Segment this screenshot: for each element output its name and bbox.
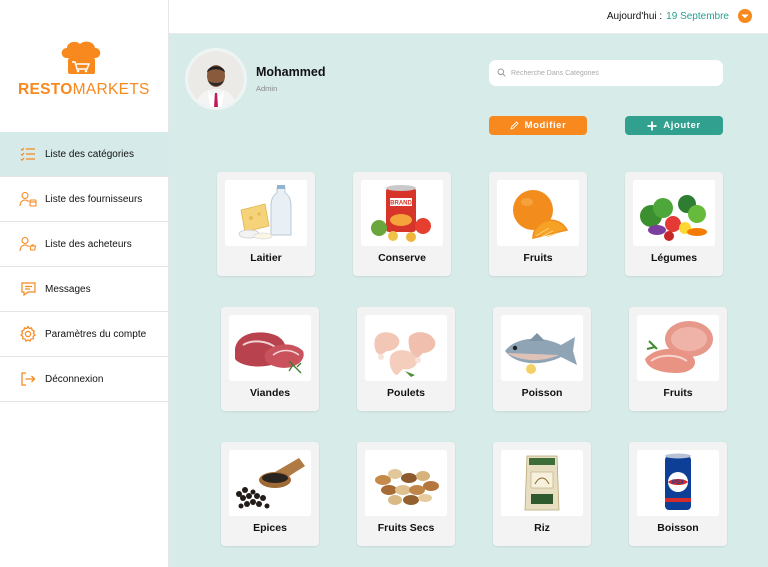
category-label: Fruits Secs — [377, 522, 435, 534]
add-button[interactable]: Ajouter — [625, 116, 723, 135]
category-card-drinks[interactable]: PSX Boisson — [629, 442, 727, 546]
category-card-vegetables[interactable]: Légumes — [625, 172, 723, 276]
rice-bag-icon — [501, 450, 583, 516]
sidebar-item-suppliers[interactable]: Liste des fournisseurs — [0, 177, 169, 222]
category-label: Légumes — [650, 252, 698, 264]
edit-button-label: Modifier — [524, 120, 567, 131]
sidebar: RESTOMARKETS Liste des catégories Liste … — [0, 0, 169, 567]
avatar[interactable] — [185, 48, 247, 110]
sidebar-item-label: Messages — [45, 283, 91, 295]
vegetables-icon — [633, 180, 715, 246]
pencil-icon — [510, 121, 519, 130]
category-card-meat[interactable]: Viandes — [221, 307, 319, 411]
soda-can-icon: PSX — [637, 450, 719, 516]
category-label: Fruits — [663, 387, 693, 399]
suppliers-icon — [19, 190, 37, 208]
chef-hat-cart-icon — [61, 41, 101, 74]
sidebar-item-logout[interactable]: Déconnexion — [0, 357, 169, 402]
category-card-ham[interactable]: Fruits — [629, 307, 727, 411]
category-card-fruits[interactable]: Fruits — [489, 172, 587, 276]
svg-text:PSX: PSX — [672, 480, 684, 486]
canned-food-icon: BRAND — [361, 180, 443, 246]
add-button-label: Ajouter — [663, 120, 701, 131]
category-card-dried-fruits[interactable]: Fruits Secs — [357, 442, 455, 546]
plus-icon — [647, 121, 657, 131]
list-icon — [19, 145, 37, 163]
sidebar-item-label: Déconnexion — [45, 373, 104, 385]
sidebar-item-label: Liste des acheteurs — [45, 238, 132, 250]
category-label: Epices — [253, 522, 287, 534]
category-label: Conserve — [378, 252, 426, 264]
logout-icon — [19, 370, 37, 388]
spices-icon — [229, 450, 311, 516]
user-role: Admin — [256, 84, 278, 93]
meat-icon — [229, 315, 311, 381]
date-value: 19 Septembre — [666, 10, 729, 22]
category-card-rice[interactable]: Riz — [493, 442, 591, 546]
category-card-fish[interactable]: Poisson — [493, 307, 591, 411]
date-label: Aujourd'hui : — [606, 10, 663, 22]
category-label: Poisson — [521, 387, 563, 399]
category-label: Laitier — [250, 252, 282, 264]
chevron-down-icon[interactable] — [738, 9, 752, 23]
date-display: Aujourd'hui : 19 Septembre — [607, 9, 752, 23]
sidebar-item-label: Liste des fournisseurs — [45, 193, 143, 205]
search-bar[interactable] — [489, 60, 723, 86]
category-label: Boisson — [657, 522, 699, 534]
sidebar-item-buyers[interactable]: Liste des acheteurs — [0, 222, 169, 267]
ham-icon — [637, 315, 719, 381]
search-input[interactable] — [511, 69, 711, 77]
sidebar-item-account-settings[interactable]: Paramètres du compte — [0, 312, 169, 357]
svg-text:BRAND: BRAND — [390, 201, 412, 207]
search-icon — [497, 64, 506, 82]
orange-icon — [497, 180, 579, 246]
buyers-icon — [19, 235, 37, 253]
gear-icon — [19, 325, 37, 343]
category-card-spices[interactable]: Epices — [221, 442, 319, 546]
category-card-dairy[interactable]: Laitier — [217, 172, 315, 276]
category-label: Poulets — [387, 387, 425, 399]
sidebar-item-label: Liste des catégories — [45, 148, 134, 160]
sidebar-item-messages[interactable]: Messages — [0, 267, 169, 312]
top-bar: Aujourd'hui : 19 Septembre — [169, 0, 768, 34]
category-label: Fruits — [523, 252, 553, 264]
category-card-chicken[interactable]: Poulets — [357, 307, 455, 411]
category-card-canned[interactable]: BRAND Conserve — [353, 172, 451, 276]
brand-name: RESTOMARKETS — [18, 81, 150, 98]
user-profile: Mohammed Admin — [185, 48, 325, 110]
sidebar-menu: Liste des catégories Liste des fournisse… — [0, 132, 169, 402]
user-name: Mohammed — [256, 65, 326, 79]
sidebar-item-categories[interactable]: Liste des catégories — [0, 132, 169, 177]
category-label: Viandes — [249, 387, 291, 399]
nuts-icon — [365, 450, 447, 516]
logo[interactable]: RESTOMARKETS — [18, 40, 150, 102]
sidebar-item-label: Paramètres du compte — [45, 328, 147, 340]
edit-button[interactable]: Modifier — [489, 116, 587, 135]
message-icon — [19, 280, 37, 298]
dairy-icon — [225, 180, 307, 246]
category-label: Riz — [534, 522, 550, 534]
main-content: Mohammed Admin Modifier Ajouter — [169, 34, 768, 567]
chicken-icon — [365, 315, 447, 381]
fish-icon — [501, 315, 583, 381]
